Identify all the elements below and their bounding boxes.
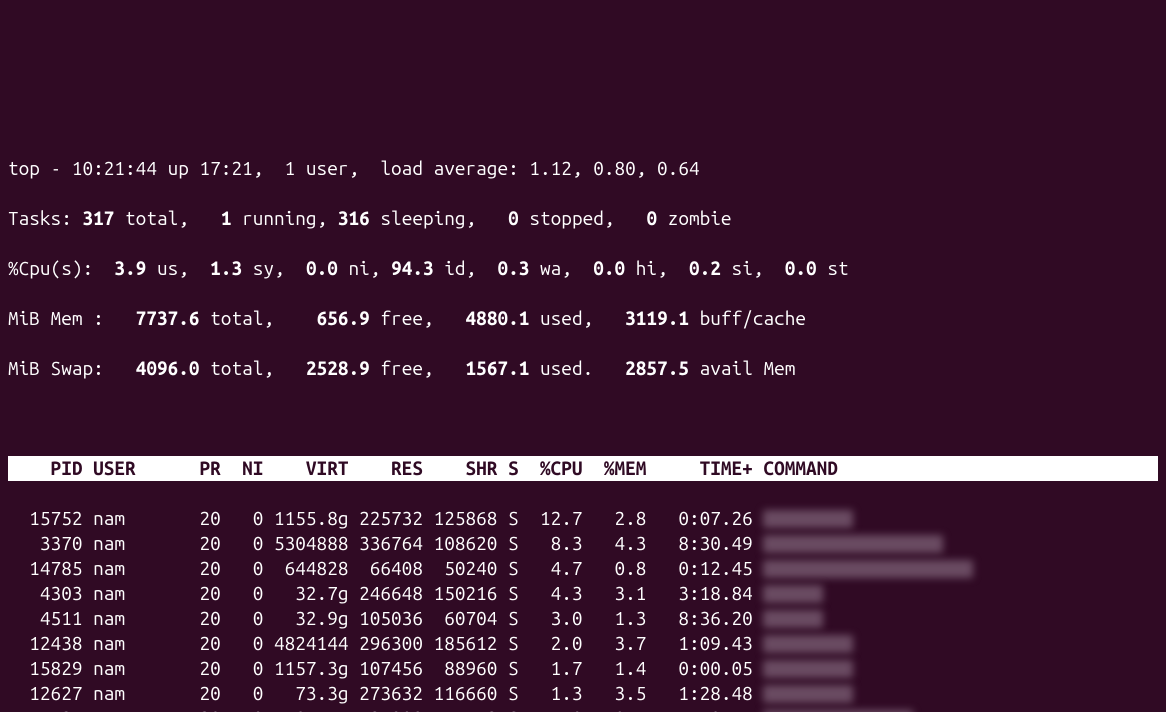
command-redacted (763, 685, 853, 703)
process-row: 4421 nam 20 0 585464 35908 16152 S 1.0 0… (8, 706, 1158, 712)
blank-line (8, 406, 1158, 431)
command-redacted (763, 610, 823, 628)
command-redacted (763, 560, 973, 578)
process-row: 4303 nam 20 0 32.7g 246648 150216 S 4.3 … (8, 581, 1158, 606)
command-redacted (763, 660, 853, 678)
process-row: 12627 nam 20 0 73.3g 273632 116660 S 1.3… (8, 681, 1158, 706)
process-row: 14785 nam 20 0 644828 66408 50240 S 4.7 … (8, 556, 1158, 581)
summary-cpu: %Cpu(s): 3.9 us, 1.3 sy, 0.0 ni, 94.3 id… (8, 256, 1158, 281)
command-redacted (763, 535, 943, 553)
summary-mem: MiB Mem : 7737.6 total, 656.9 free, 4880… (8, 306, 1158, 331)
command-redacted (763, 710, 913, 712)
process-list: 15752 nam 20 0 1155.8g 225732 125868 S 1… (8, 506, 1158, 712)
command-redacted (763, 635, 853, 653)
process-row: 3370 nam 20 0 5304888 336764 108620 S 8.… (8, 531, 1158, 556)
process-row: 15752 nam 20 0 1155.8g 225732 125868 S 1… (8, 506, 1158, 531)
command-redacted (763, 585, 823, 603)
column-header[interactable]: PID USER PR NI VIRT RES SHR S %CPU %MEM … (8, 456, 1158, 481)
summary-tasks: Tasks: 317 total, 1 running, 316 sleepin… (8, 206, 1158, 231)
command-redacted (763, 510, 853, 528)
terminal[interactable]: top - 10:21:44 up 17:21, 1 user, load av… (0, 125, 1166, 712)
process-row: 12438 nam 20 0 4824144 296300 185612 S 2… (8, 631, 1158, 656)
summary-line-1: top - 10:21:44 up 17:21, 1 user, load av… (8, 156, 1158, 181)
summary-swap: MiB Swap: 4096.0 total, 2528.9 free, 156… (8, 356, 1158, 381)
process-row: 15829 nam 20 0 1157.3g 107456 88960 S 1.… (8, 656, 1158, 681)
process-row: 4511 nam 20 0 32.9g 105036 60704 S 3.0 1… (8, 606, 1158, 631)
